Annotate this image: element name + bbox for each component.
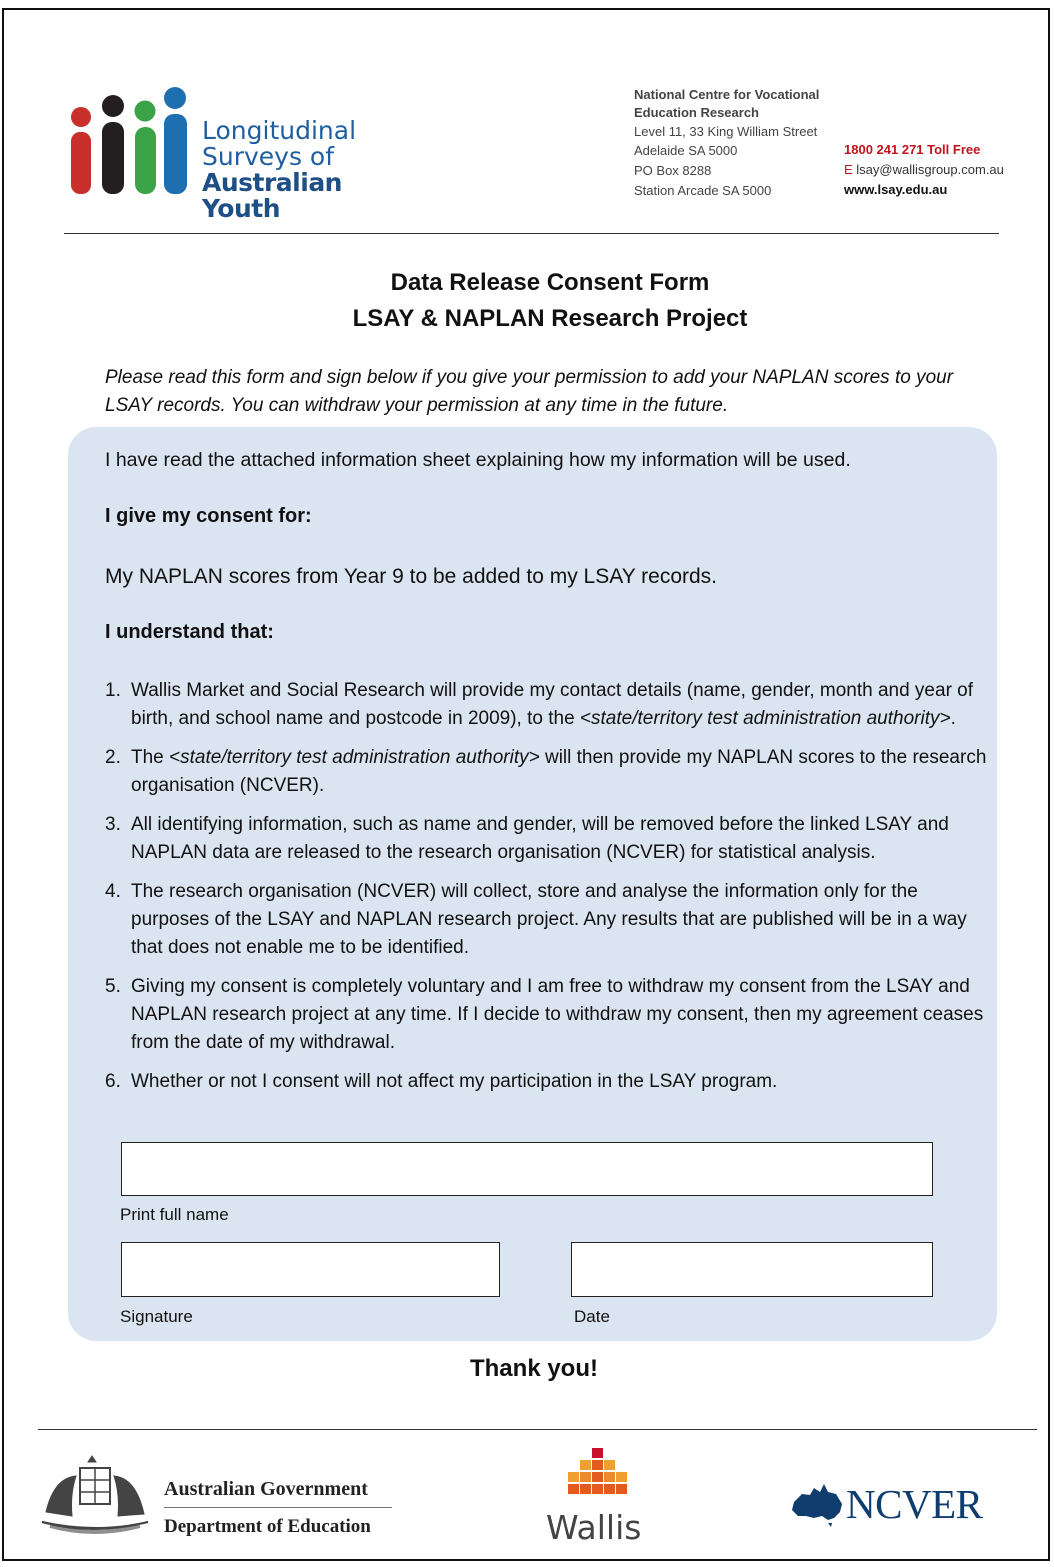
phone-number: 1800 241 271 Toll Free [844,142,981,157]
consent-item: My NAPLAN scores from Year 9 to be added… [105,565,718,588]
footer-divider [38,1429,1037,1430]
thank-you-text: Thank you! [469,1355,598,1382]
intro-text: Please read this form and sign below if … [105,364,1005,420]
address-line2: Adelaide SA 5000 [634,143,738,158]
gov-line2: Department of Education [164,1516,371,1537]
list-item: 6. Whether or not I consent will not aff… [105,1071,778,1092]
form-title-line2: LSAY & NAPLAN Research Project [352,305,748,332]
give-consent-heading: I give my consent for: [105,505,312,527]
email-prefix: E [844,162,853,177]
address-line1: Level 11, 33 King William Street [634,124,818,139]
lsay-wordmark-line1: Longitudinal [202,116,357,145]
signature-label: Signature [120,1307,193,1326]
ncver-wordmark: NCVER [846,1481,983,1527]
list-item: 1. Wallis Market and Social Research wil… [105,680,974,729]
wallis-blocks-icon [568,1448,627,1494]
list-item: 5. Giving my consent is completely volun… [105,976,984,1053]
full-name-label: Print full name [120,1205,229,1224]
coat-of-arms-icon [41,1455,149,1534]
lsay-wordmark-line2: Surveys of [202,142,335,171]
list-item: 3. All identifying information, such as … [105,814,949,863]
wallis-logo: Wallis [540,1446,660,1547]
form-title-line1: Data Release Consent Form [390,269,710,296]
lsay-wordmark-line3: Australian Youth [202,168,342,223]
address-line3: PO Box 8288 [634,163,712,178]
contact-details: 1800 241 271 Toll Free E lsay@wallisgrou… [844,140,1044,200]
gov-divider [164,1507,392,1508]
ncver-logo: NCVER [788,1478,1008,1534]
header-divider [64,233,999,234]
full-name-field[interactable] [121,1142,933,1196]
australia-map-icon [792,1484,842,1527]
website-link[interactable]: www.lsay.edu.au [844,180,1044,200]
read-statement: I have read the attached information she… [105,449,851,471]
address-line4: Station Arcade SA 5000 [634,183,772,198]
form-title: Data Release Consent Form LSAY & NAPLAN … [0,265,1054,337]
organisation-name-line2: Education Research [634,105,759,120]
wallis-wordmark: Wallis [546,1508,642,1547]
signature-field[interactable] [121,1242,500,1297]
gov-line1: Australian Government [164,1478,368,1500]
date-label: Date [574,1307,610,1326]
date-field[interactable] [571,1242,933,1297]
email-address[interactable]: E lsay@wallisgroup.com.au [844,160,1044,180]
lsay-figures-icon [71,87,187,194]
list-item: 4. The research organisation (NCVER) wil… [105,881,967,958]
lsay-wordmark: Longitudinal Surveys of Australian Youth [202,118,408,222]
understanding-list: 1. Wallis Market and Social Research wil… [105,677,995,1107]
list-item: 2. The <state/territory test administrat… [105,747,987,796]
email-text[interactable]: lsay@wallisgroup.com.au [856,162,1004,177]
intro-line2: LSAY records. You can withdraw your perm… [105,395,729,416]
understand-heading: I understand that: [105,621,274,643]
lsay-logo: Longitudinal Surveys of Australian Youth [68,86,408,222]
organisation-name-line1: National Centre for Vocational [634,87,820,102]
organisation-address: National Centre for Vocational Education… [634,86,854,201]
australian-government-logo: Australian Government Department of Educ… [36,1452,406,1544]
intro-line1: Please read this form and sign below if … [105,367,954,388]
